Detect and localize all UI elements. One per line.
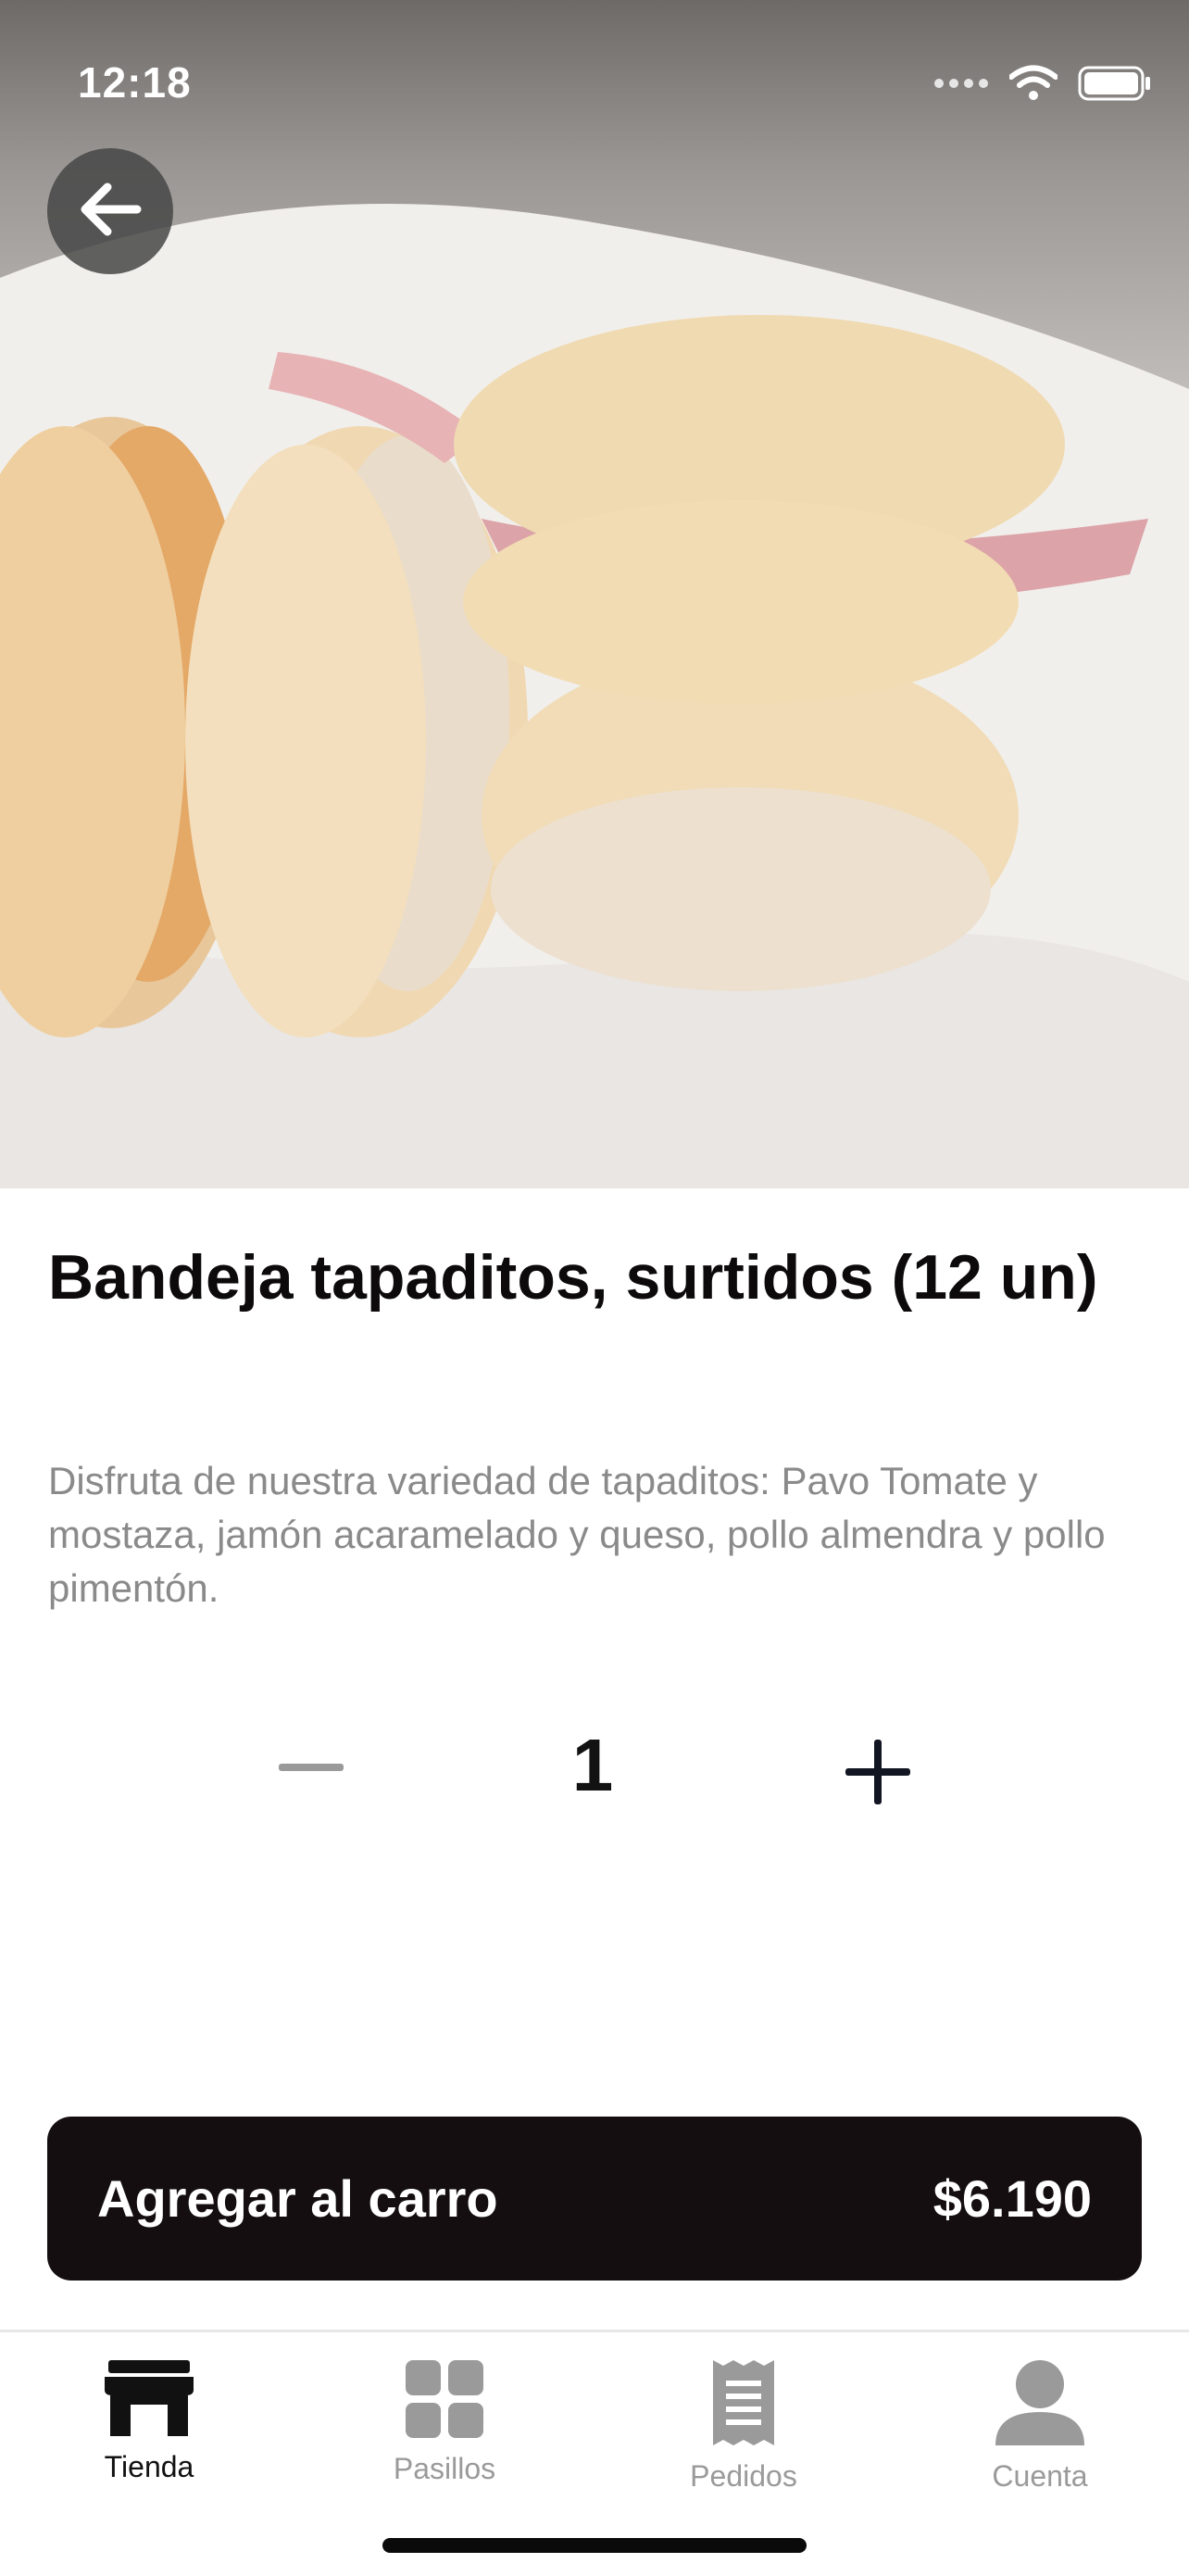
product-image [0,0,1189,1188]
receipt-icon [713,2360,774,2450]
user-icon [995,2360,1084,2450]
product-description: Disfruta de nuestra variedad de tapadito… [48,1459,1106,1610]
quantity-value: 1 [571,1724,614,1806]
battery-icon [1078,65,1152,107]
arrow-left-icon [78,182,143,242]
tab-label: Tienda [104,2450,194,2483]
tab-pasillos[interactable]: Pasillos [352,2360,537,2486]
increase-quantity-button[interactable] [841,1737,915,1811]
minus-icon [279,1761,344,1778]
status-time: 12:18 [78,58,192,107]
tab-tienda[interactable]: Tienda [56,2360,242,2484]
add-to-cart-label: Agregar al carro [97,2169,498,2228]
tab-label: Cuenta [992,2459,1088,2493]
back-button[interactable] [47,148,173,274]
tab-label: Pasillos [393,2452,496,2485]
plus-icon [845,1739,910,1809]
price-label: $6.190 [932,2169,1092,2228]
wifi-icon [1008,65,1058,107]
add-to-cart-button[interactable]: Agregar al carro $6.190 [47,2117,1142,2281]
grid-icon [406,2360,483,2443]
status-icons [933,65,1152,107]
tab-label: Pedidos [690,2459,797,2493]
tab-cuenta[interactable]: Cuenta [947,2360,1133,2494]
decrease-quantity-button[interactable] [274,1741,348,1797]
product-title: Bandeja tapaditos, surtidos (12 un) [48,1242,1098,1313]
home-indicator [382,2538,807,2553]
tab-pedidos[interactable]: Pedidos [651,2360,836,2494]
store-icon [103,2360,195,2441]
signal-icon [933,76,989,95]
